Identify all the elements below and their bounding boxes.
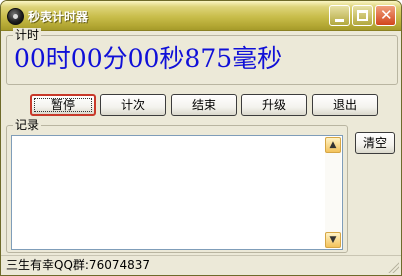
minimize-button[interactable] [329,5,350,26]
maximize-icon [357,10,368,21]
app-window: 秒表计时器 ✕ 计时 00时00分00秒875毫秒 暂停 计次 结束 升级 退出… [0,0,402,276]
close-icon: ✕ [380,6,393,24]
clear-button-label: 清空 [362,136,387,150]
window-title: 秒表计时器 [28,10,89,24]
exit-button-label: 退出 [332,98,357,112]
chevron-down-icon: ▼ [329,235,337,245]
upgrade-button[interactable]: 升级 [241,94,307,116]
log-group: 记录 ▲ ▼ [6,118,348,253]
lap-button[interactable]: 计次 [100,94,166,116]
scroll-down-button[interactable]: ▼ [325,232,341,248]
lap-button-label: 计次 [120,98,145,112]
timer-group: 计时 00时00分00秒875毫秒 [6,28,398,85]
maximize-button[interactable] [352,5,373,26]
exit-button[interactable]: 退出 [312,94,378,116]
clear-button[interactable]: 清空 [355,132,395,154]
status-bar: 三生有幸QQ群:76074837 [1,255,401,275]
scroll-up-button[interactable]: ▲ [325,137,341,153]
title-bar[interactable]: 秒表计时器 ✕ [1,1,401,31]
log-scrollbar[interactable]: ▲ ▼ [325,137,341,248]
stop-button-label: 结束 [191,98,216,112]
resize-grip-icon[interactable] [387,261,399,273]
log-group-label: 记录 [13,118,42,132]
minimize-icon [335,19,344,22]
pause-button[interactable]: 暂停 [30,94,96,116]
status-text: 三生有幸QQ群:76074837 [6,258,151,272]
upgrade-button-label: 升级 [261,98,286,112]
focus-indicator [34,98,92,112]
time-display: 00时00分00秒875毫秒 [14,44,283,73]
stop-button[interactable]: 结束 [171,94,237,116]
timer-group-label: 计时 [13,28,42,42]
chevron-up-icon: ▲ [329,140,337,150]
log-textarea[interactable]: ▲ ▼ [11,135,343,250]
app-icon[interactable] [7,8,24,25]
close-button[interactable]: ✕ [375,5,396,26]
